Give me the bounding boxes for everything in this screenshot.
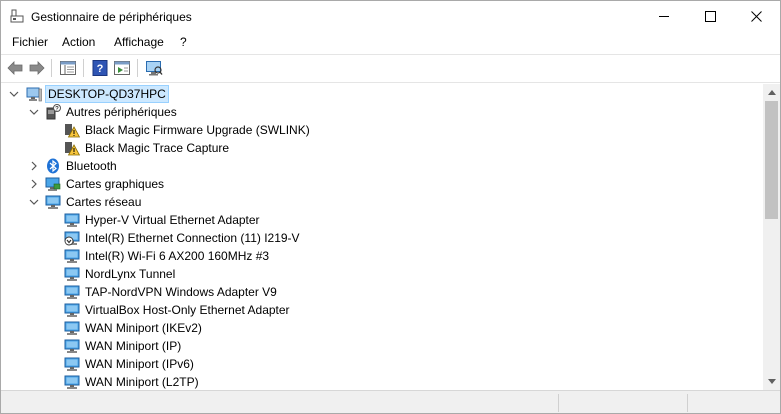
tree-device-row[interactable]: TAP-NordVPN Windows Adapter V9 xyxy=(1,283,763,301)
menu-fichier[interactable]: Fichier xyxy=(12,35,48,49)
tree-root-row[interactable]: DESKTOP-QD37HPC xyxy=(1,85,763,103)
maximize-button[interactable] xyxy=(687,1,733,32)
computer-name-label: DESKTOP-QD37HPC xyxy=(45,85,169,103)
device-label: WAN Miniport (IP) xyxy=(85,339,182,353)
chevron-right-icon[interactable] xyxy=(29,161,39,171)
scroll-down-button[interactable] xyxy=(763,373,780,390)
help-button[interactable]: ? xyxy=(91,59,109,77)
toolbar-separator xyxy=(83,59,84,77)
scroll-up-arrow-icon xyxy=(767,90,776,95)
other-devices-icon: ? xyxy=(46,104,61,120)
tree-category-bluetooth[interactable]: Bluetooth xyxy=(1,157,763,175)
scan-hardware-monitor-icon xyxy=(146,61,163,76)
network-adapter-icon xyxy=(64,267,80,281)
network-adapter-disabled-icon xyxy=(64,231,80,246)
menu-action[interactable]: Action xyxy=(62,35,95,49)
device-label: WAN Miniport (L2TP) xyxy=(85,375,199,389)
warning-device-icon xyxy=(65,142,80,156)
status-separator xyxy=(558,394,559,412)
toolbar-separator xyxy=(51,59,52,77)
title-bar[interactable]: Gestionnaire de périphériques xyxy=(1,1,780,32)
network-adapter-icon xyxy=(64,357,80,371)
svg-text:?: ? xyxy=(97,63,104,75)
device-manager-app-icon xyxy=(10,9,24,23)
tree-device-row[interactable]: WAN Miniport (IP) xyxy=(1,337,763,355)
network-adapter-icon xyxy=(64,375,80,389)
close-button[interactable] xyxy=(733,1,779,32)
device-label: Hyper-V Virtual Ethernet Adapter xyxy=(85,213,260,227)
toolbar-separator xyxy=(137,59,138,77)
console-tree-icon xyxy=(60,61,76,75)
device-label: Black Magic Firmware Upgrade (SWLINK) xyxy=(85,123,310,137)
tree-device-row[interactable]: Hyper-V Virtual Ethernet Adapter xyxy=(1,211,763,229)
device-manager-window: Gestionnaire de périphériques Fichier Ac… xyxy=(0,0,781,414)
forward-button[interactable] xyxy=(28,59,46,77)
category-label: Bluetooth xyxy=(66,159,117,173)
minimize-button[interactable] xyxy=(641,1,687,32)
warning-device-icon xyxy=(65,124,80,138)
network-adapter-icon xyxy=(64,249,80,263)
device-label: TAP-NordVPN Windows Adapter V9 xyxy=(85,285,277,299)
svg-text:?: ? xyxy=(55,107,59,113)
tree-category-network-adapters[interactable]: Cartes réseau xyxy=(1,193,763,211)
device-label: Intel(R) Wi-Fi 6 AX200 160MHz #3 xyxy=(85,249,270,263)
category-label: Cartes graphiques xyxy=(66,177,165,191)
device-tree: DESKTOP-QD37HPC ? Autres périphériques B… xyxy=(1,84,763,390)
properties-icon xyxy=(114,61,130,75)
chevron-down-icon[interactable] xyxy=(9,89,19,99)
tree-device-row[interactable]: Intel(R) Wi-Fi 6 AX200 160MHz #3 xyxy=(1,247,763,265)
back-button[interactable] xyxy=(6,59,24,77)
device-label: Intel(R) Ethernet Connection (11) I219-V xyxy=(85,231,300,245)
device-label: NordLynx Tunnel xyxy=(85,267,176,281)
status-separator xyxy=(687,394,688,412)
network-adapter-icon xyxy=(64,321,80,335)
properties-button[interactable] xyxy=(113,59,131,77)
device-label: VirtualBox Host-Only Ethernet Adapter xyxy=(85,303,290,317)
window-title: Gestionnaire de périphériques xyxy=(31,10,192,24)
device-label: WAN Miniport (IKEv2) xyxy=(85,321,202,335)
menu-help[interactable]: ? xyxy=(180,35,187,49)
category-label: Cartes réseau xyxy=(66,195,142,209)
toolbar: ? xyxy=(1,54,780,83)
menu-affichage[interactable]: Affichage xyxy=(114,35,164,49)
network-adapter-icon xyxy=(64,285,80,299)
scrollbar-thumb[interactable] xyxy=(765,101,778,219)
network-adapter-icon xyxy=(64,303,80,317)
network-adapter-icon xyxy=(64,213,80,227)
device-label: Black Magic Trace Capture xyxy=(85,141,230,155)
tree-device-row[interactable]: Black Magic Trace Capture xyxy=(1,139,763,157)
tree-device-row[interactable]: WAN Miniport (IPv6) xyxy=(1,355,763,373)
minimize-icon xyxy=(658,16,669,17)
tree-device-row[interactable]: WAN Miniport (IKEv2) xyxy=(1,319,763,337)
scan-hardware-button[interactable] xyxy=(145,59,163,77)
help-book-icon: ? xyxy=(92,60,108,76)
display-adapter-icon xyxy=(45,177,61,191)
network-adapter-icon xyxy=(64,339,80,353)
tree-device-row[interactable]: NordLynx Tunnel xyxy=(1,265,763,283)
computer-icon xyxy=(26,87,42,102)
back-arrow-icon xyxy=(7,61,23,75)
scroll-down-arrow-icon xyxy=(767,379,776,384)
network-adapter-icon xyxy=(45,195,61,209)
tree-device-row[interactable]: VirtualBox Host-Only Ethernet Adapter xyxy=(1,301,763,319)
tree-category-other-devices[interactable]: ? Autres périphériques xyxy=(1,103,763,121)
menu-bar: Fichier Action Affichage ? xyxy=(1,32,780,53)
tree-category-display-adapters[interactable]: Cartes graphiques xyxy=(1,175,763,193)
close-icon xyxy=(750,11,762,22)
chevron-down-icon[interactable] xyxy=(29,107,39,117)
scroll-up-button[interactable] xyxy=(763,84,780,101)
tree-device-row[interactable]: Black Magic Firmware Upgrade (SWLINK) xyxy=(1,121,763,139)
tree-device-row[interactable]: Intel(R) Ethernet Connection (11) I219-V xyxy=(1,229,763,247)
chevron-down-icon[interactable] xyxy=(29,197,39,207)
device-label: WAN Miniport (IPv6) xyxy=(85,357,194,371)
chevron-right-icon[interactable] xyxy=(29,179,39,189)
status-bar xyxy=(1,390,780,413)
tree-device-row[interactable]: WAN Miniport (L2TP) xyxy=(1,373,763,390)
bluetooth-icon xyxy=(47,158,59,174)
forward-arrow-icon xyxy=(29,61,45,75)
maximize-icon xyxy=(704,11,716,22)
show-hide-console-tree-button[interactable] xyxy=(59,59,77,77)
vertical-scrollbar[interactable] xyxy=(763,84,780,390)
category-label: Autres périphériques xyxy=(66,105,177,119)
